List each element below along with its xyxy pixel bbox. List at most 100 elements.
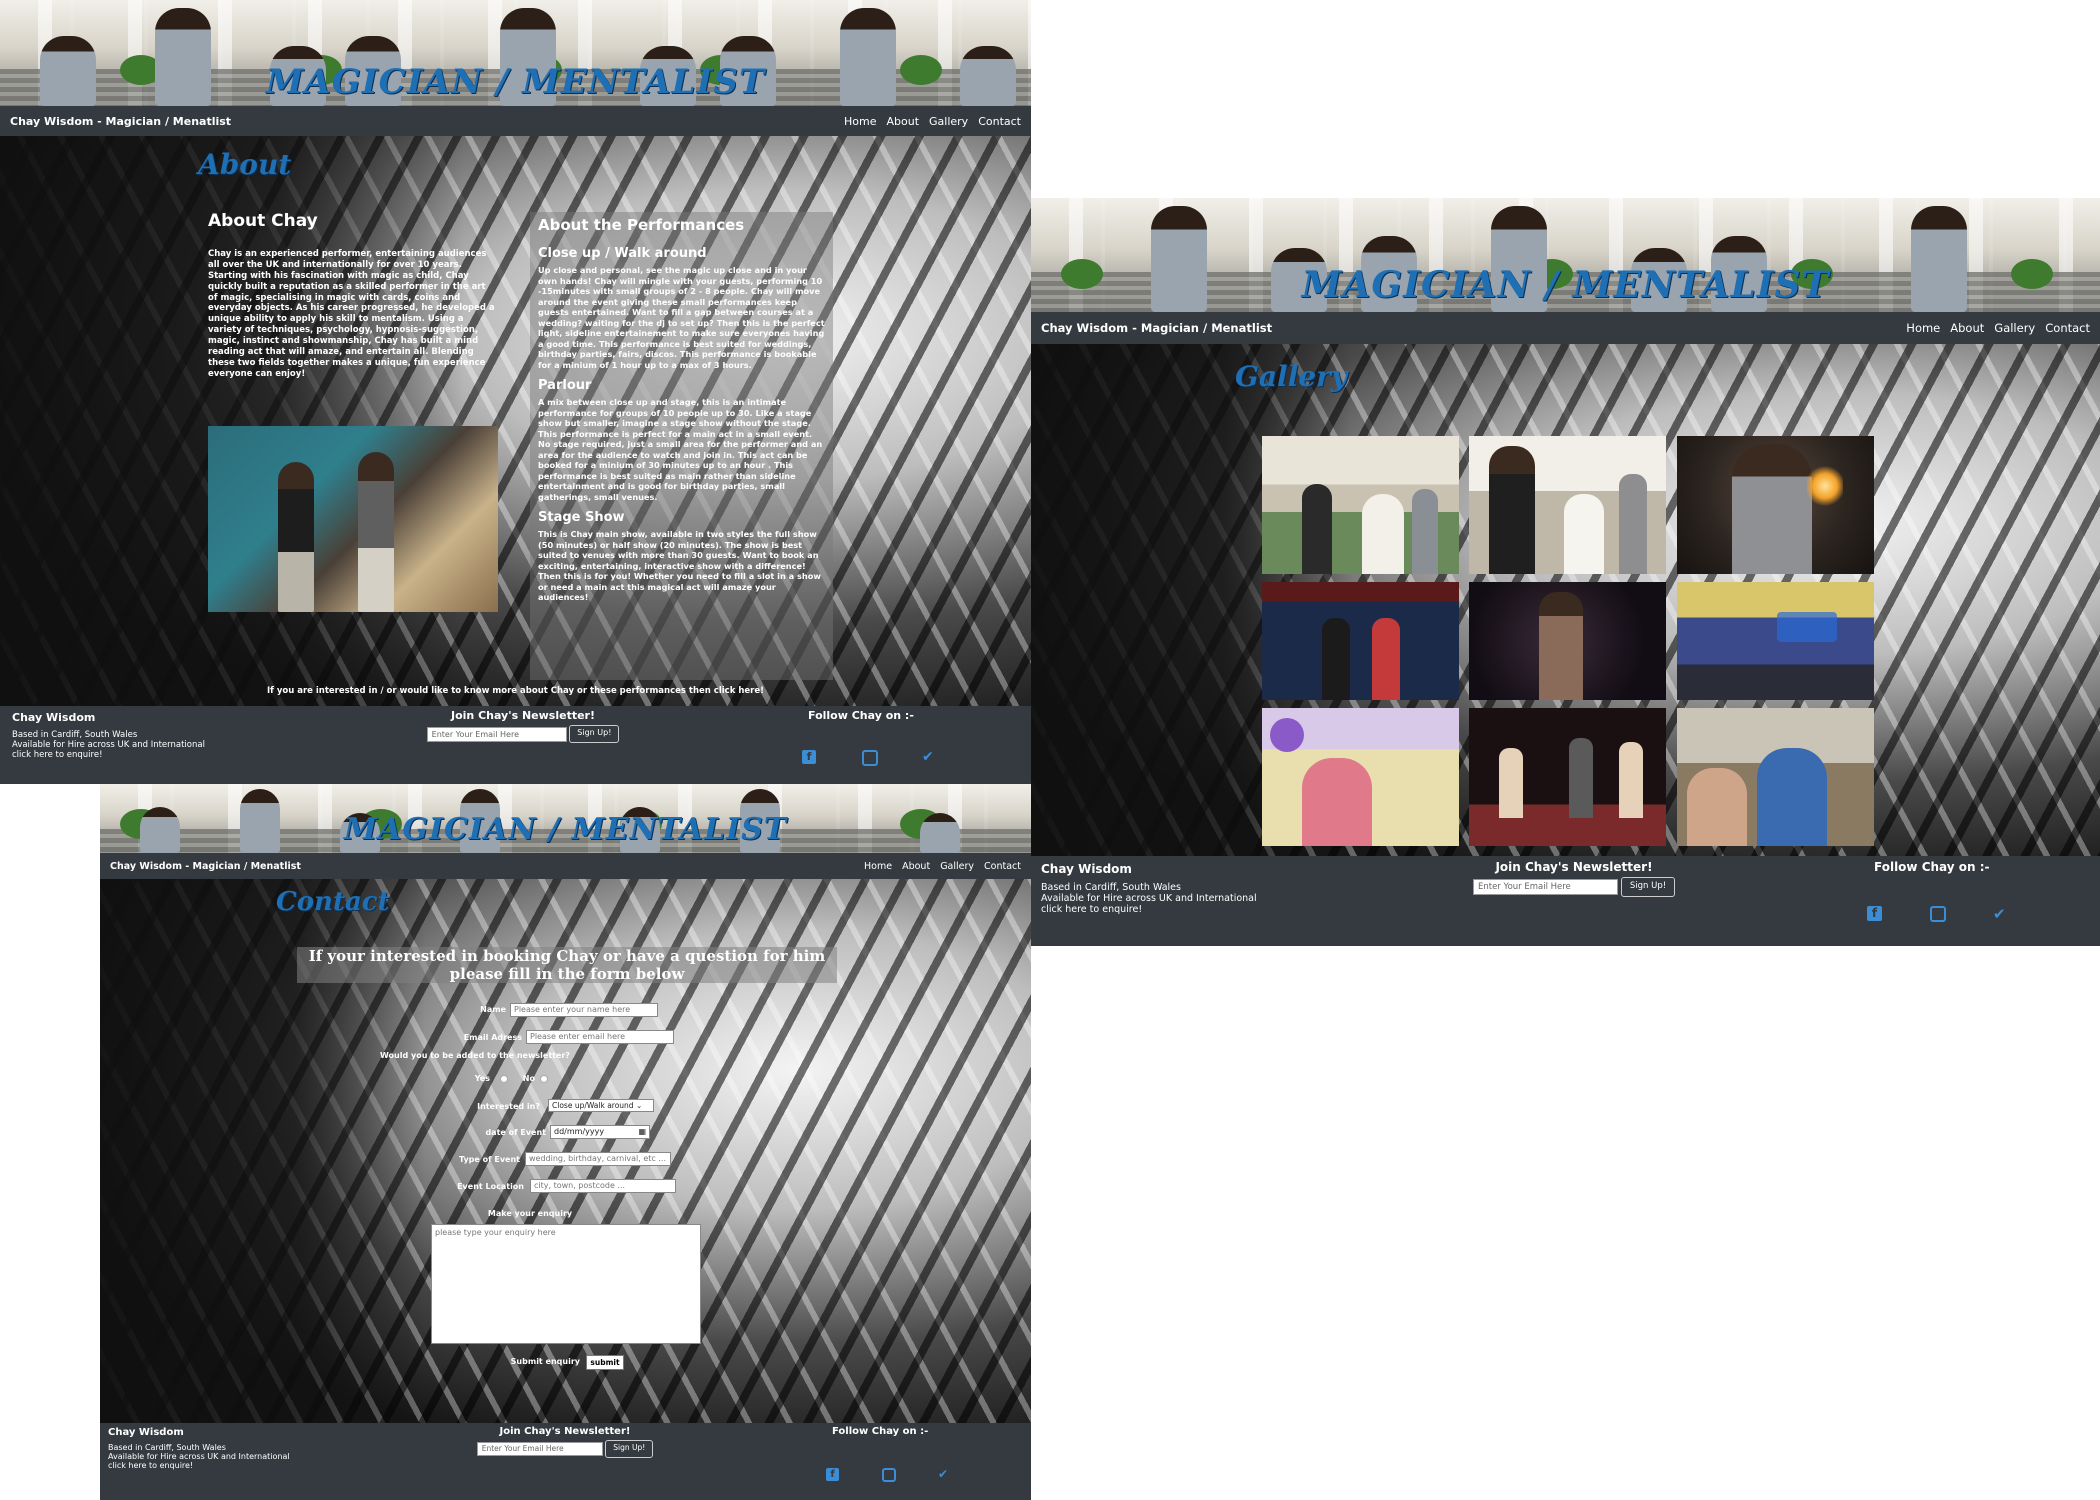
calendar-icon[interactable]: ▦: [638, 1126, 646, 1138]
footer-location: Based in Cardiff, South Wales: [12, 730, 138, 740]
email-input[interactable]: Please enter email here: [526, 1030, 674, 1044]
facebook-icon[interactable]: f: [1867, 906, 1882, 921]
name-input[interactable]: Please enter your name here: [510, 1003, 658, 1017]
footer-availability: Available for Hire across UK and Interna…: [12, 740, 205, 750]
banner-title: MAGICIAN / MENTALIST: [343, 812, 788, 847]
follow-label: Follow Chay on :-: [832, 1426, 929, 1437]
footer-name: Chay Wisdom: [108, 1427, 184, 1438]
enquiry-textarea[interactable]: please type your enquiry here: [431, 1224, 701, 1344]
stage-show-title: Stage Show: [538, 510, 625, 525]
newsletter-email-input[interactable]: Enter Your Email Here: [426, 726, 567, 742]
twitter-icon[interactable]: ✔: [922, 749, 934, 765]
follow-label: Follow Chay on :-: [1874, 860, 1990, 874]
navbar: Chay Wisdom - Magician / Menatlist Home …: [1031, 312, 2100, 344]
submit-button[interactable]: submit: [586, 1355, 624, 1370]
twitter-icon[interactable]: ✔: [938, 1467, 948, 1481]
footer-location: Based in Cardiff, South Wales: [108, 1443, 226, 1452]
email-label: Email Adress: [463, 1033, 522, 1042]
about-chay-text: Chay is an experienced performer, entert…: [208, 249, 495, 379]
nav-contact[interactable]: Contact: [984, 861, 1021, 872]
nav-gallery[interactable]: Gallery: [1994, 321, 2035, 335]
newsletter-signup-button[interactable]: Sign Up!: [569, 725, 620, 743]
brand-link[interactable]: Chay Wisdom - Magician / Menatlist: [1041, 321, 1272, 335]
gallery-photo-wedding-2[interactable]: [1469, 436, 1666, 574]
nav-gallery[interactable]: Gallery: [940, 861, 974, 872]
closeup-title: Close up / Walk around: [538, 246, 707, 261]
nav-about[interactable]: About: [902, 861, 930, 872]
parlour-text: A mix between close up and stage, this i…: [538, 397, 823, 502]
about-chay-title: About Chay: [208, 211, 318, 231]
instagram-icon[interactable]: [882, 1468, 896, 1482]
performances-panel: About the Performances Close up / Walk a…: [530, 212, 833, 680]
gallery-photo-audience-1[interactable]: [1262, 708, 1459, 846]
facebook-icon[interactable]: f: [802, 750, 816, 764]
footer-enquire-link[interactable]: click here to enquire!: [12, 750, 205, 760]
navbar: Chay Wisdom - Magician / Menatlist Home …: [100, 853, 1031, 879]
footer-name: Chay Wisdom: [1041, 862, 1132, 876]
newsletter-email-input[interactable]: Enter Your Email Here: [1472, 879, 1618, 895]
event-location-label: Event Location: [457, 1182, 524, 1191]
page-title: About: [198, 148, 292, 181]
newsletter-signup-button[interactable]: Sign Up!: [1621, 877, 1676, 897]
newsletter-email-input[interactable]: Enter Your Email Here: [476, 1442, 603, 1456]
gallery-photo-stage-3[interactable]: [1469, 708, 1666, 846]
event-type-input[interactable]: wedding, birthday, carnival, etc ...: [525, 1152, 671, 1166]
gallery-main: Gallery: [1031, 344, 2100, 856]
date-input[interactable]: dd/mm/yyyy ▦: [550, 1125, 650, 1139]
twitter-icon[interactable]: ✔: [1993, 905, 2006, 923]
enquiry-label: Make your enquiry: [487, 1209, 573, 1218]
newsletter-title: Join Chay's Newsletter!: [450, 709, 595, 722]
page-title: Contact: [276, 887, 390, 917]
nav-home[interactable]: Home: [1906, 321, 1940, 335]
about-cta-link[interactable]: If you are interested in / or would like…: [0, 686, 1031, 696]
newsletter-yes-radio[interactable]: [500, 1075, 508, 1083]
follow-label: Follow Chay on :-: [808, 709, 914, 722]
name-label: Name: [480, 1005, 506, 1014]
newsletter-signup-button[interactable]: Sign Up!: [605, 1440, 654, 1458]
hero-banner: MAGICIAN / MENTALIST: [100, 784, 1031, 853]
banner-title: MAGICIAN / MENTALIST: [265, 62, 766, 102]
interested-select[interactable]: Close up/Walk around ⌄: [548, 1099, 654, 1112]
hero-banner: MAGICIAN / MENTALIST: [0, 0, 1031, 106]
interested-label: Interested in?: [477, 1102, 540, 1111]
gallery-photo-fire-trick[interactable]: [1677, 436, 1874, 574]
newsletter-title: Join Chay's Newsletter!: [499, 1426, 631, 1437]
newsletter-question: Would you to be added to the newsletter?: [380, 1051, 570, 1060]
gallery-photo-stage-1[interactable]: [1262, 582, 1459, 700]
instagram-icon[interactable]: [862, 750, 878, 766]
banner-title: MAGICIAN / MENTALIST: [1301, 264, 1830, 306]
about-page-screenshot: MAGICIAN / MENTALIST Chay Wisdom - Magic…: [0, 0, 1031, 784]
newsletter-yes-label: Yes: [474, 1074, 490, 1083]
brand-link[interactable]: Chay Wisdom - Magician / Menatlist: [10, 115, 231, 128]
brand-link[interactable]: Chay Wisdom - Magician / Menatlist: [110, 861, 301, 872]
newsletter-no-label: No: [522, 1074, 535, 1083]
footer-enquire-link[interactable]: click here to enquire!: [108, 1461, 290, 1470]
contact-banner: If your interested in booking Chay or ha…: [297, 947, 837, 983]
footer-location: Based in Cardiff, South Wales: [1041, 882, 1181, 893]
date-label: date of Event: [485, 1128, 546, 1137]
about-chay-section: About Chay Chay is an experienced perfor…: [208, 211, 498, 380]
footer: Chay Wisdom Based in Cardiff, South Wale…: [1031, 856, 2100, 946]
nav-gallery[interactable]: Gallery: [929, 115, 968, 128]
nav-about[interactable]: About: [886, 115, 919, 128]
closeup-text: Up close and personal, see the magic up …: [538, 265, 825, 370]
instagram-icon[interactable]: [1930, 906, 1946, 922]
footer-enquire-link[interactable]: click here to enquire!: [1041, 904, 1257, 915]
nav-home[interactable]: Home: [864, 861, 892, 872]
gallery-photo-audience-2[interactable]: [1677, 708, 1874, 846]
facebook-icon[interactable]: f: [826, 1468, 839, 1481]
page-title: Gallery: [1235, 360, 1348, 393]
date-input-value: dd/mm/yyyy: [554, 1127, 605, 1136]
contact-main: Contact If your interested in booking Ch…: [100, 879, 1031, 1423]
parlour-title: Parlour: [538, 378, 592, 393]
gallery-photo-stage-2[interactable]: [1469, 582, 1666, 700]
nav-about[interactable]: About: [1950, 321, 1984, 335]
nav-contact[interactable]: Contact: [978, 115, 1021, 128]
nav-home[interactable]: Home: [844, 115, 876, 128]
footer-availability: Available for Hire across UK and Interna…: [108, 1452, 290, 1461]
newsletter-no-radio[interactable]: [540, 1075, 548, 1083]
event-location-input[interactable]: city, town, postcode ...: [530, 1179, 676, 1193]
nav-contact[interactable]: Contact: [2045, 321, 2090, 335]
gallery-photo-wedding-1[interactable]: [1262, 436, 1459, 574]
gallery-photo-venue[interactable]: [1677, 582, 1874, 700]
